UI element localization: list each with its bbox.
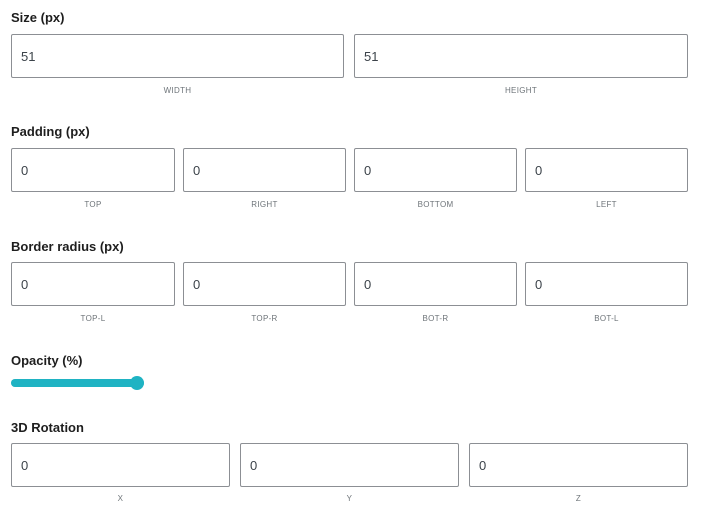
- opacity-slider-track[interactable]: [11, 376, 144, 390]
- border-radius-section-title: Border radius (px): [11, 239, 124, 254]
- radius-bottom-left-label: BOT-L: [594, 314, 619, 323]
- radius-bottom-left-field[interactable]: [525, 262, 688, 306]
- rotation-y-input[interactable]: [241, 444, 458, 486]
- size-section-title: Size (px): [11, 10, 65, 25]
- padding-right-field[interactable]: [183, 148, 346, 192]
- padding-right-label: RIGHT: [251, 200, 278, 209]
- radius-bottom-right-input[interactable]: [355, 263, 516, 305]
- rotation-section-title: 3D Rotation: [11, 420, 84, 435]
- rotation-y-label: Y: [346, 494, 353, 503]
- radius-top-left-label: TOP-L: [80, 314, 106, 323]
- padding-right-input[interactable]: [184, 149, 345, 191]
- padding-bottom-field[interactable]: [354, 148, 517, 192]
- rotation-z-input[interactable]: [470, 444, 687, 486]
- opacity-section-title: Opacity (%): [11, 353, 83, 368]
- opacity-slider[interactable]: [11, 376, 144, 390]
- radius-top-right-field[interactable]: [183, 262, 346, 306]
- padding-top-label: TOP: [84, 200, 102, 209]
- radius-bottom-right-field[interactable]: [354, 262, 517, 306]
- rotation-x-field[interactable]: [11, 443, 230, 487]
- rotation-x-input[interactable]: [12, 444, 229, 486]
- padding-left-field[interactable]: [525, 148, 688, 192]
- padding-section-title: Padding (px): [11, 124, 90, 139]
- width-input[interactable]: [12, 35, 343, 77]
- radius-top-left-input[interactable]: [12, 263, 174, 305]
- radius-bottom-right-label: BOT-R: [422, 314, 449, 323]
- width-label: WIDTH: [163, 86, 192, 95]
- radius-top-left-field[interactable]: [11, 262, 175, 306]
- rotation-z-label: Z: [575, 494, 582, 503]
- padding-bottom-label: BOTTOM: [417, 200, 454, 209]
- rotation-y-field[interactable]: [240, 443, 459, 487]
- padding-bottom-input[interactable]: [355, 149, 516, 191]
- radius-top-right-input[interactable]: [184, 263, 345, 305]
- height-field[interactable]: [354, 34, 688, 78]
- padding-top-field[interactable]: [11, 148, 175, 192]
- opacity-slider-thumb[interactable]: [130, 376, 144, 390]
- rotation-z-field[interactable]: [469, 443, 688, 487]
- padding-left-label: LEFT: [596, 200, 617, 209]
- radius-bottom-left-input[interactable]: [526, 263, 687, 305]
- rotation-x-label: X: [117, 494, 124, 503]
- radius-top-right-label: TOP-R: [251, 314, 278, 323]
- height-input[interactable]: [355, 35, 687, 77]
- padding-top-input[interactable]: [12, 149, 174, 191]
- height-label: HEIGHT: [504, 86, 538, 95]
- opacity-slider-fill: [11, 379, 144, 387]
- width-field[interactable]: [11, 34, 344, 78]
- padding-left-input[interactable]: [526, 149, 687, 191]
